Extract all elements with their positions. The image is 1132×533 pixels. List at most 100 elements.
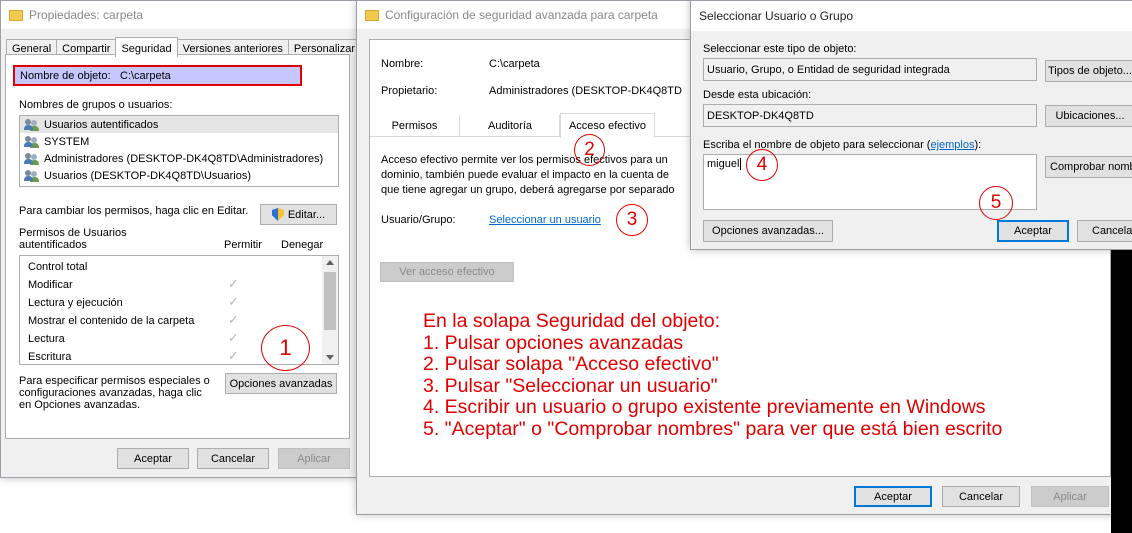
step-4-marker: 4 <box>746 149 778 181</box>
checkmark-icon: ✓ <box>228 330 239 345</box>
step-2-marker: 2 <box>574 134 605 166</box>
permission-name: Escritura <box>28 351 72 363</box>
list-item[interactable]: Administradores (DESKTOP-DK4Q8TD\Adminis… <box>20 150 338 167</box>
location-label: Desde esta ubicación: <box>703 89 812 101</box>
step-5-marker: 5 <box>979 186 1013 220</box>
properties-titlebar: Propiedades: carpeta <box>1 1 357 29</box>
instruction-line: 4. Escribir un usuario o grupo existente… <box>423 396 986 418</box>
instruction-line: En la solapa Seguridad del objeto: <box>423 310 721 332</box>
users-icon <box>24 152 40 165</box>
ok-button[interactable]: Aceptar <box>997 220 1069 242</box>
scroll-down-icon[interactable] <box>326 355 334 360</box>
permissions-scrollbar[interactable] <box>322 256 338 364</box>
special-hint-1: Para especificar permisos especiales o <box>19 375 210 387</box>
list-item[interactable]: Usuarios autentificados <box>20 116 338 133</box>
object-name-input-value: miguel <box>707 158 740 170</box>
effective-desc-1: Acceso efectivo permite ver los permisos… <box>381 154 668 166</box>
owner-value: Administradores (DESKTOP-DK4Q8TD <box>489 85 682 97</box>
owner-label: Propietario: <box>381 85 438 97</box>
tab-auditoria[interactable]: Auditoría <box>461 115 560 137</box>
scroll-up-icon[interactable] <box>326 260 334 265</box>
enter-object-label: Escriba el nombre de objeto para selecci… <box>703 139 981 151</box>
scroll-thumb[interactable] <box>324 272 336 330</box>
cancel-button[interactable]: Cancelar <box>1077 220 1132 242</box>
group-name: Usuarios (DESKTOP-DK4Q8TD\Usuarios) <box>44 169 252 182</box>
properties-window: Propiedades: carpeta General Compartir S… <box>0 0 362 478</box>
permission-row: Control total <box>28 261 308 279</box>
permissions-for-label-2: autentificados <box>19 239 87 251</box>
view-effective-access-button[interactable]: Ver acceso efectivo <box>380 262 514 282</box>
change-permissions-hint: Para cambiar los permisos, haga clic en … <box>19 205 249 217</box>
enter-object-prefix: Escriba el nombre de objeto para selecci… <box>703 139 931 151</box>
cancel-button[interactable]: Cancelar <box>942 486 1020 507</box>
tab-seguridad[interactable]: Seguridad <box>115 37 178 57</box>
enter-object-suffix: ): <box>974 139 982 151</box>
permission-name: Modificar <box>28 279 73 291</box>
users-icon <box>24 118 40 131</box>
tab-auditoria-label: Auditoría <box>487 120 533 132</box>
permission-name: Lectura y ejecución <box>28 297 123 309</box>
apply-button[interactable]: Aplicar <box>1031 486 1109 507</box>
special-hint-3: en Opciones avanzadas. <box>19 399 141 411</box>
object-name-row: Nombre de objeto: C:\carpeta <box>13 65 302 86</box>
check-names-button[interactable]: Comprobar nombres <box>1045 156 1132 178</box>
tab-permisos-label: Permisos <box>391 120 438 132</box>
permission-name: Control total <box>28 261 88 273</box>
location-field: DESKTOP-DK4Q8TD <box>703 104 1037 127</box>
name-label: Nombre: <box>381 58 424 70</box>
groups-list: Usuarios autentificados SYSTEM Administr… <box>19 115 339 187</box>
object-name-label: Nombre de objeto: <box>20 70 111 82</box>
groups-label: Nombres de grupos o usuarios: <box>19 99 173 111</box>
allow-header: Permitir <box>224 239 262 251</box>
ok-button[interactable]: Aceptar <box>854 486 932 507</box>
tab-acceso-efectivo-label: Acceso efectivo <box>568 119 647 132</box>
properties-title: Propiedades: carpeta <box>29 8 144 22</box>
permission-name: Mostrar el contenido de la carpeta <box>28 315 195 327</box>
object-type-field: Usuario, Grupo, o Entidad de seguridad i… <box>703 58 1037 81</box>
instruction-line: 1. Pulsar opciones avanzadas <box>423 331 684 354</box>
special-hint-2: configuraciones avanzadas, haga clic <box>19 387 202 399</box>
group-name: SYSTEM <box>44 135 90 148</box>
name-value: C:\carpeta <box>489 58 540 70</box>
advanced-options-button[interactable]: Opciones avanzadas <box>225 373 337 394</box>
text-caret <box>740 158 742 170</box>
folder-icon <box>365 9 379 21</box>
object-type-value: Usuario, Grupo, o Entidad de seguridad i… <box>707 63 950 76</box>
locations-button[interactable]: Ubicaciones... <box>1045 105 1132 127</box>
group-name: Usuarios autentificados <box>44 118 159 131</box>
object-name-value: C:\carpeta <box>120 70 171 82</box>
instruction-line: 5. "Aceptar" o "Comprobar nombres" para … <box>423 417 1003 440</box>
list-item[interactable]: SYSTEM <box>20 133 338 150</box>
select-titlebar: Seleccionar Usuario o Grupo <box>691 1 1132 31</box>
permission-row: Lectura y ejecución ✓ <box>28 294 308 315</box>
effective-desc-2: dominio, también puede evaluar el impact… <box>381 169 670 181</box>
instruction-line: 2. Pulsar solapa "Acceso efectivo" <box>423 353 719 375</box>
tab-acceso-efectivo[interactable]: Acceso efectivo <box>560 113 655 138</box>
permission-name: Lectura <box>28 333 65 345</box>
users-icon <box>24 169 40 182</box>
advanced-title: Configuración de seguridad avanzada para… <box>385 8 658 22</box>
list-item[interactable]: Usuarios (DESKTOP-DK4Q8TD\Usuarios) <box>20 167 338 184</box>
examples-link[interactable]: ejemplos <box>930 139 974 151</box>
advanced-options-button[interactable]: Opciones avanzadas... <box>703 220 833 242</box>
apply-button[interactable]: Aplicar <box>278 448 350 469</box>
deny-header: Denegar <box>281 239 324 251</box>
select-user-link[interactable]: Seleccionar un usuario <box>489 214 601 226</box>
permission-row: Mostrar el contenido de la carpeta ✓ <box>28 312 308 333</box>
select-title: Seleccionar Usuario o Grupo <box>699 9 854 23</box>
instructions-text: En la solapa Seguridad del objeto: 1. Pu… <box>423 310 1003 440</box>
step-3-marker: 3 <box>616 204 648 236</box>
shield-icon <box>271 208 284 221</box>
permission-row: Modificar ✓ <box>28 276 308 297</box>
object-types-button[interactable]: Tipos de objeto... <box>1045 60 1132 82</box>
permissions-for-label-1: Permisos de Usuarios <box>19 227 127 239</box>
tab-permisos[interactable]: Permisos <box>370 115 460 137</box>
ok-button[interactable]: Aceptar <box>117 448 189 469</box>
group-name: Administradores (DESKTOP-DK4Q8TD\Adminis… <box>44 152 324 165</box>
instruction-line: 3. Pulsar "Seleccionar un usuario" <box>423 374 718 397</box>
edit-button[interactable]: Editar... <box>260 204 337 225</box>
desktop-edge <box>1111 250 1132 533</box>
object-type-label: Seleccionar este tipo de objeto: <box>703 43 857 55</box>
location-value: DESKTOP-DK4Q8TD <box>707 109 814 122</box>
cancel-button[interactable]: Cancelar <box>197 448 269 469</box>
